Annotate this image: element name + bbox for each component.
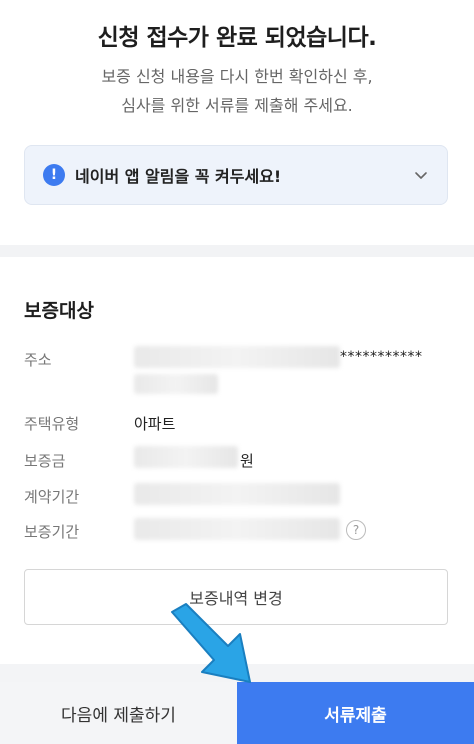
notification-banner[interactable]: ! 네이버 앱 알림을 꼭 켜두세요!: [24, 145, 448, 205]
deposit-label: 보증금: [24, 452, 66, 470]
help-icon[interactable]: ?: [346, 520, 366, 540]
housing-type-label: 주택유형: [24, 415, 80, 433]
page-subtitle: 보증 신청 내용을 다시 한번 확인하신 후, 심사를 위한 서류를 제출해 주…: [0, 62, 474, 120]
deposit-unit: 원: [240, 452, 254, 470]
deposit-redacted: [134, 446, 238, 468]
page-title: 신청 접수가 완료 되었습니다.: [97, 25, 377, 51]
address-redacted-line-2: [134, 374, 218, 394]
contract-period-redacted: [134, 483, 340, 505]
guarantee-period-label: 보증기간: [24, 523, 80, 541]
address-masked-suffix: ***********: [340, 349, 423, 365]
pointer-arrow-icon: [171, 603, 251, 683]
chevron-down-icon[interactable]: [413, 167, 429, 183]
info-icon: !: [43, 164, 65, 186]
submit-later-button[interactable]: 다음에 제출하기: [0, 682, 237, 744]
housing-type-value: 아파트: [134, 415, 176, 433]
notification-banner-text: 네이버 앱 알림을 꼭 켜두세요!: [75, 167, 282, 186]
address-redacted: [134, 346, 340, 368]
contract-period-label: 계약기간: [24, 488, 80, 506]
subtitle-line-1: 보증 신청 내용을 다시 한번 확인하신 후,: [101, 67, 373, 86]
guarantee-period-redacted: [134, 518, 340, 540]
section-divider: [0, 245, 474, 257]
subtitle-line-2: 심사를 위한 서류를 제출해 주세요.: [121, 96, 353, 115]
submit-documents-button[interactable]: 서류제출: [237, 682, 474, 744]
section-title: 보증대상: [24, 300, 94, 322]
address-label: 주소: [24, 351, 52, 369]
